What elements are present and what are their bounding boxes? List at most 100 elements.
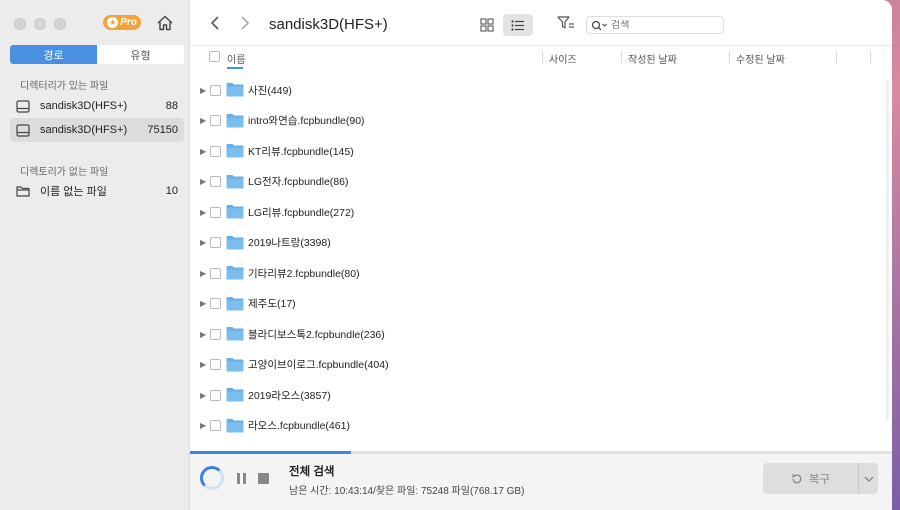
window-controls: [14, 18, 66, 30]
pause-icon: [236, 473, 240, 484]
column-divider[interactable]: [836, 51, 837, 63]
drive-icon: [16, 123, 32, 137]
row-checkbox[interactable]: [210, 328, 221, 340]
tab-type[interactable]: 유형: [97, 45, 184, 64]
expand-triangle-icon[interactable]: ▶: [200, 269, 206, 278]
column-divider[interactable]: [542, 51, 543, 63]
recover-options-dropdown[interactable]: [858, 463, 878, 494]
stop-button[interactable]: [258, 473, 269, 484]
folder-icon: [226, 205, 244, 219]
folder-icon: [226, 174, 244, 188]
drive-count: 75150: [147, 124, 178, 136]
expand-triangle-icon[interactable]: ▶: [200, 177, 206, 186]
column-header-modified[interactable]: 수정된 날짜: [736, 51, 785, 66]
row-checkbox[interactable]: [210, 206, 221, 218]
unnamed-files-label: 이름 없는 파일: [40, 186, 107, 198]
column-header-created[interactable]: 작성된 날짜: [628, 51, 677, 66]
expand-triangle-icon[interactable]: ▶: [200, 421, 206, 430]
list-view-button[interactable]: [503, 14, 533, 36]
expand-triangle-icon[interactable]: ▶: [200, 391, 206, 400]
row-checkbox[interactable]: [210, 84, 221, 96]
forward-button[interactable]: [240, 15, 250, 33]
expand-triangle-icon[interactable]: ▶: [200, 360, 206, 369]
row-checkbox[interactable]: [210, 420, 221, 431]
pause-button[interactable]: [235, 473, 247, 485]
expand-triangle-icon[interactable]: ▶: [200, 147, 206, 156]
table-row[interactable]: ▶ 고양이브이로그.fcpbundle(404): [190, 353, 892, 377]
row-checkbox[interactable]: [210, 389, 221, 401]
home-button[interactable]: [156, 14, 174, 32]
drive-count: 88: [165, 100, 178, 112]
search-input[interactable]: [611, 19, 711, 31]
main-panel: sandisk3D(HFS+) 검색 이름 사이즈 작성된 날짜 수정된 날짜 …: [190, 0, 892, 510]
table-row[interactable]: ▶ 기타리뷰2.fcpbundle(80): [190, 261, 892, 285]
file-name: 블라디보스톡2.fcpbundle(236): [248, 328, 385, 341]
column-divider[interactable]: [621, 51, 622, 63]
file-name: 사진(449): [248, 84, 292, 97]
star-icon: ★: [107, 17, 119, 28]
column-header-name[interactable]: 이름: [227, 51, 245, 66]
column-divider[interactable]: [870, 51, 871, 63]
recover-button[interactable]: 복구: [763, 463, 858, 494]
row-checkbox[interactable]: [210, 298, 221, 309]
table-row[interactable]: ▶ 라오스.fcpbundle(461): [190, 414, 892, 438]
minimize-window-button[interactable]: [34, 18, 46, 30]
filter-button[interactable]: [557, 15, 575, 33]
table-row[interactable]: ▶ KT리뷰.fcpbundle(145): [190, 139, 892, 163]
pro-badge[interactable]: ★ Pro: [103, 15, 141, 30]
search-box[interactable]: [586, 16, 724, 34]
row-checkbox[interactable]: [210, 145, 221, 157]
list-icon: [511, 19, 524, 31]
chevron-right-icon: [241, 16, 250, 30]
folder-icon: [226, 418, 244, 432]
expand-triangle-icon[interactable]: ▶: [200, 86, 206, 95]
unnamed-files-count: 10: [165, 185, 178, 197]
zoom-window-button[interactable]: [54, 18, 66, 30]
scrollbar[interactable]: [885, 80, 890, 420]
drive-name: sandisk3D(HFS+): [40, 100, 128, 112]
table-row[interactable]: ▶ LG전자.fcpbundle(86): [190, 170, 892, 194]
table-row[interactable]: ▶ 사진(449): [190, 78, 892, 102]
folder-icon: [226, 266, 244, 280]
pro-label: Pro: [120, 17, 137, 28]
row-checkbox[interactable]: [210, 237, 221, 248]
folder-icon: [226, 357, 244, 371]
grid-view-button[interactable]: [475, 14, 499, 36]
recover-label: 복구: [808, 473, 831, 486]
column-header-size[interactable]: 사이즈: [549, 51, 577, 66]
scanning-spinner-icon: [200, 466, 224, 490]
expand-triangle-icon[interactable]: ▶: [200, 330, 206, 339]
tab-path[interactable]: 경로: [10, 45, 97, 64]
sidebar-item-unnamed-files[interactable]: 이름 없는 파일 10: [10, 179, 184, 203]
back-button[interactable]: [210, 15, 220, 33]
sort-indicator: [227, 67, 243, 69]
scan-status-text: 남은 시간: 10:43:14/찾은 파일: 75248 파일(768.17 G…: [289, 486, 525, 497]
drive-name: sandisk3D(HFS+): [40, 124, 128, 136]
folder-icon: [226, 144, 244, 158]
expand-triangle-icon[interactable]: ▶: [200, 299, 206, 308]
column-divider[interactable]: [729, 51, 730, 63]
expand-triangle-icon[interactable]: ▶: [200, 238, 206, 247]
sidebar-item-drive[interactable]: sandisk3D(HFS+) 88: [10, 94, 184, 118]
folder-outline-icon: [16, 184, 32, 198]
table-row[interactable]: ▶ 블라디보스톡2.fcpbundle(236): [190, 322, 892, 346]
expand-triangle-icon[interactable]: ▶: [200, 116, 206, 125]
view-mode-segmented-control: 경로 유형: [10, 45, 184, 64]
table-row[interactable]: ▶ 2019나트랑(3398): [190, 231, 892, 255]
row-checkbox[interactable]: [210, 176, 221, 187]
table-row[interactable]: ▶ 제주도(17): [190, 292, 892, 316]
select-all-checkbox[interactable]: [209, 51, 220, 62]
folder-icon: [226, 327, 244, 341]
table-row[interactable]: ▶ LG리뷰.fcpbundle(272): [190, 200, 892, 224]
table-row[interactable]: ▶ intro와연습.fcpbundle(90): [190, 109, 892, 133]
sidebar-item-drive-selected[interactable]: sandisk3D(HFS+) 75150: [10, 118, 184, 142]
current-location-title: sandisk3D(HFS+): [269, 16, 388, 33]
expand-triangle-icon[interactable]: ▶: [200, 208, 206, 217]
close-window-button[interactable]: [14, 18, 26, 30]
file-name: 2019나트랑(3398): [248, 237, 331, 249]
table-row[interactable]: ▶ 2019라오스(3857): [190, 383, 892, 407]
row-checkbox[interactable]: [210, 115, 221, 126]
scan-progress-track: [190, 451, 892, 454]
row-checkbox[interactable]: [210, 267, 221, 279]
row-checkbox[interactable]: [210, 359, 221, 370]
